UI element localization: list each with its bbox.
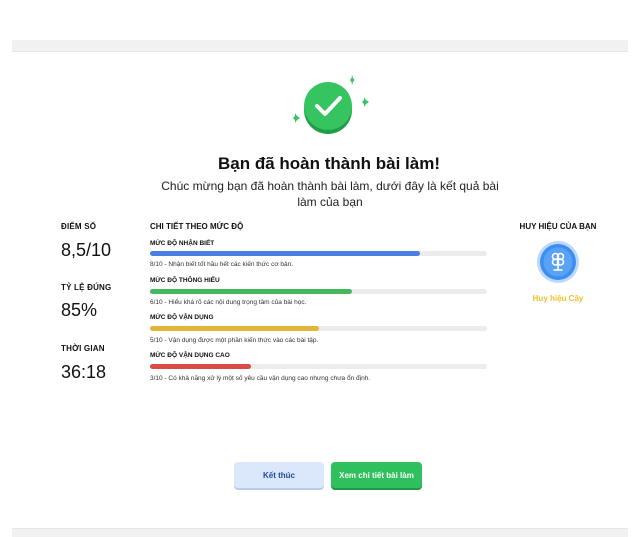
level-label: MỨC ĐỘ VẬN DỤNG CAO xyxy=(150,352,230,359)
level-progress-fill xyxy=(150,289,353,294)
level-label: MỨC ĐỘ VẬN DỤNG xyxy=(150,314,214,321)
level-progress-bar xyxy=(150,364,487,369)
level-label: MỨC ĐỘ THÔNG HIỂU xyxy=(150,277,220,284)
badge-name: Huy hiệu Cây xyxy=(532,294,584,303)
level-description: 3/10 - Có khả năng xử lý một số yêu cầu … xyxy=(150,375,371,382)
tree-badge-icon xyxy=(537,241,579,283)
window-bottom-bar xyxy=(12,528,628,537)
badge-title: HUY HIỆU CỦA BẠN xyxy=(519,222,597,231)
window-top-bar xyxy=(12,40,628,52)
level-progress-bar xyxy=(150,289,487,294)
finish-button[interactable]: Kết thúc xyxy=(234,462,324,488)
level-progress-bar xyxy=(150,326,487,331)
details-title: CHI TIẾT THEO MỨC ĐỘ xyxy=(150,222,244,231)
level-label: MỨC ĐỘ NHẬN BIẾT xyxy=(150,240,215,247)
accuracy-value: 85% xyxy=(61,300,98,320)
score-value: 8,5/10 xyxy=(61,240,112,260)
accuracy-label: TỶ LỆ ĐÚNG xyxy=(61,283,112,292)
level-description: 8/10 - Nhận biết tốt hầu hết các kiến th… xyxy=(150,261,294,268)
view-details-button[interactable]: Xem chi tiết bài làm xyxy=(331,462,422,488)
page-subtitle: Chúc mừng bạn đã hoàn thành bài làm, dướ… xyxy=(161,179,499,209)
level-description: 5/10 - Vận dụng được một phần kiến thức … xyxy=(150,337,319,344)
time-value: 36:18 xyxy=(61,362,107,382)
page-title: Bạn đã hoàn thành bài làm! xyxy=(218,154,440,173)
score-label: ĐIỂM SỐ xyxy=(61,222,97,231)
time-label: THỜI GIAN xyxy=(61,344,105,353)
level-progress-fill xyxy=(150,251,420,256)
level-progress-bar xyxy=(150,251,487,256)
level-progress-fill xyxy=(150,364,252,369)
level-description: 6/10 - Hiểu khá rõ các nội dung trọng tâ… xyxy=(150,299,307,306)
success-check-icon xyxy=(293,75,369,134)
level-progress-fill xyxy=(150,326,319,331)
